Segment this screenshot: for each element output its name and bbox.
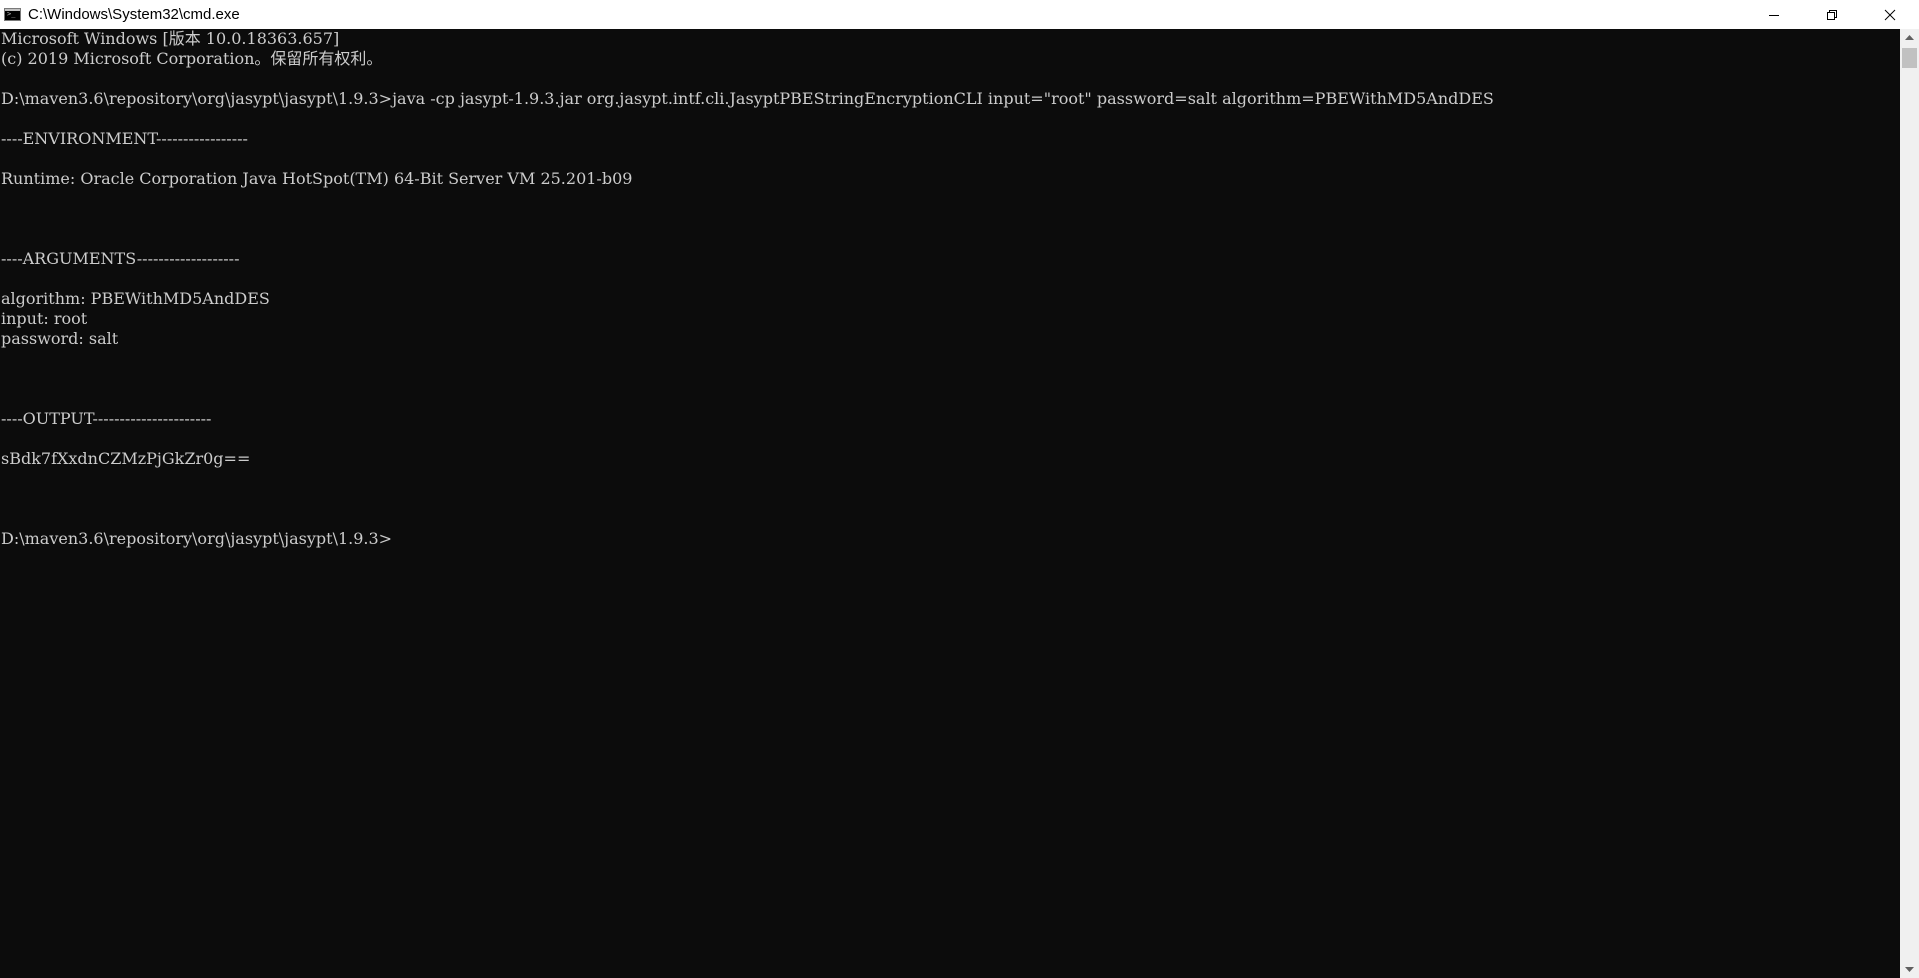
console-line: D:\maven3.6\repository\org\jasypt\jasypt… xyxy=(1,89,1494,108)
console-line: sBdk7fXxdnCZMzPjGkZr0g== xyxy=(1,449,251,468)
close-button[interactable] xyxy=(1861,0,1919,29)
cmd-window: C:\Windows\System32\cmd.exe Micro xyxy=(0,0,1919,978)
console-line: algorithm: PBEWithMD5AndDES xyxy=(1,289,270,308)
chevron-up-icon xyxy=(1905,34,1914,40)
title-bar[interactable]: C:\Windows\System32\cmd.exe xyxy=(0,0,1919,29)
console-line: Microsoft Windows [版本 10.0.18363.657] xyxy=(1,29,340,48)
console-line: password: salt xyxy=(1,329,119,348)
console-output[interactable]: Microsoft Windows [版本 10.0.18363.657] (c)… xyxy=(0,29,1900,978)
scroll-down-button[interactable] xyxy=(1900,961,1919,978)
console-line: input: root xyxy=(1,309,88,328)
restore-icon xyxy=(1827,9,1837,20)
console-line: (c) 2019 Microsoft Corporation。保留所有权利。 xyxy=(1,49,383,68)
scroll-up-button[interactable] xyxy=(1900,29,1919,46)
vertical-scrollbar[interactable] xyxy=(1900,29,1919,978)
chevron-down-icon xyxy=(1905,966,1914,972)
scroll-thumb[interactable] xyxy=(1902,48,1917,68)
console-line: ----ENVIRONMENT----------------- xyxy=(1,129,248,148)
cmd-icon[interactable] xyxy=(4,8,21,21)
window-title: C:\Windows\System32\cmd.exe xyxy=(28,6,240,23)
console-line: ----ARGUMENTS------------------- xyxy=(1,249,240,268)
console-line: Runtime: Oracle Corporation Java HotSpot… xyxy=(1,169,633,188)
minimize-icon xyxy=(1769,14,1779,16)
close-icon xyxy=(1884,9,1896,20)
minimize-button[interactable] xyxy=(1745,0,1803,29)
window-controls xyxy=(1745,0,1919,29)
restore-button[interactable] xyxy=(1803,0,1861,29)
console-line: D:\maven3.6\repository\org\jasypt\jasypt… xyxy=(1,529,393,548)
console-line: ----OUTPUT---------------------- xyxy=(1,409,212,428)
